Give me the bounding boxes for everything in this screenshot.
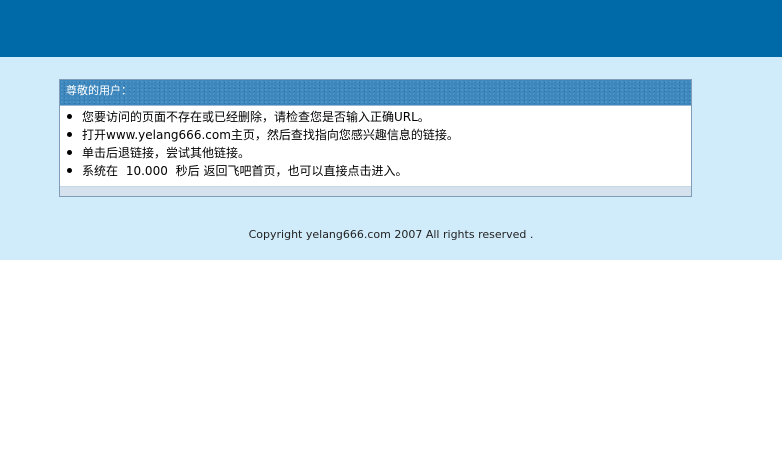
redirect-home-link[interactable]: 秒后 返回飞吧首页，也可以直接点击进入。	[176, 164, 408, 178]
list-item: 打开www.yelang666.com主页，然后查找指向您感兴趣信息的链接。	[67, 126, 691, 144]
bullet-icon	[67, 168, 72, 173]
notice-footer-strip	[60, 186, 691, 196]
error-notice-box: 尊敬的用户： 您要访问的页面不存在或已经删除，请检查您是否输入正确URL。 打开…	[59, 79, 692, 197]
list-item: 单击后退链接，尝试其他链接。	[67, 144, 691, 162]
redirect-prefix: 系统在	[82, 164, 119, 178]
list-item: 系统在 10.000 秒后 返回飞吧首页，也可以直接点击进入。	[67, 162, 691, 180]
list-item: 您要访问的页面不存在或已经删除，请检查您是否输入正确URL。	[67, 108, 691, 126]
notice-item-text: 您要访问的页面不存在或已经删除，请检查您是否输入正确URL。	[82, 110, 430, 124]
notice-title: 尊敬的用户：	[60, 80, 691, 106]
notice-item-text: 打开www.yelang666.com主页，然后查找指向您感兴趣信息的链接。	[82, 128, 459, 142]
notice-list: 您要访问的页面不存在或已经删除，请检查您是否输入正确URL。 打开www.yel…	[60, 106, 691, 180]
countdown-seconds: 10.000	[125, 164, 168, 178]
bullet-icon	[67, 132, 72, 137]
copyright-text: Copyright yelang666.com 2007 All rights …	[248, 228, 534, 241]
bullet-icon	[67, 150, 72, 155]
top-banner	[0, 0, 782, 57]
back-link-text[interactable]: 单击后退链接，尝试其他链接。	[82, 146, 250, 160]
bullet-icon	[67, 114, 72, 119]
